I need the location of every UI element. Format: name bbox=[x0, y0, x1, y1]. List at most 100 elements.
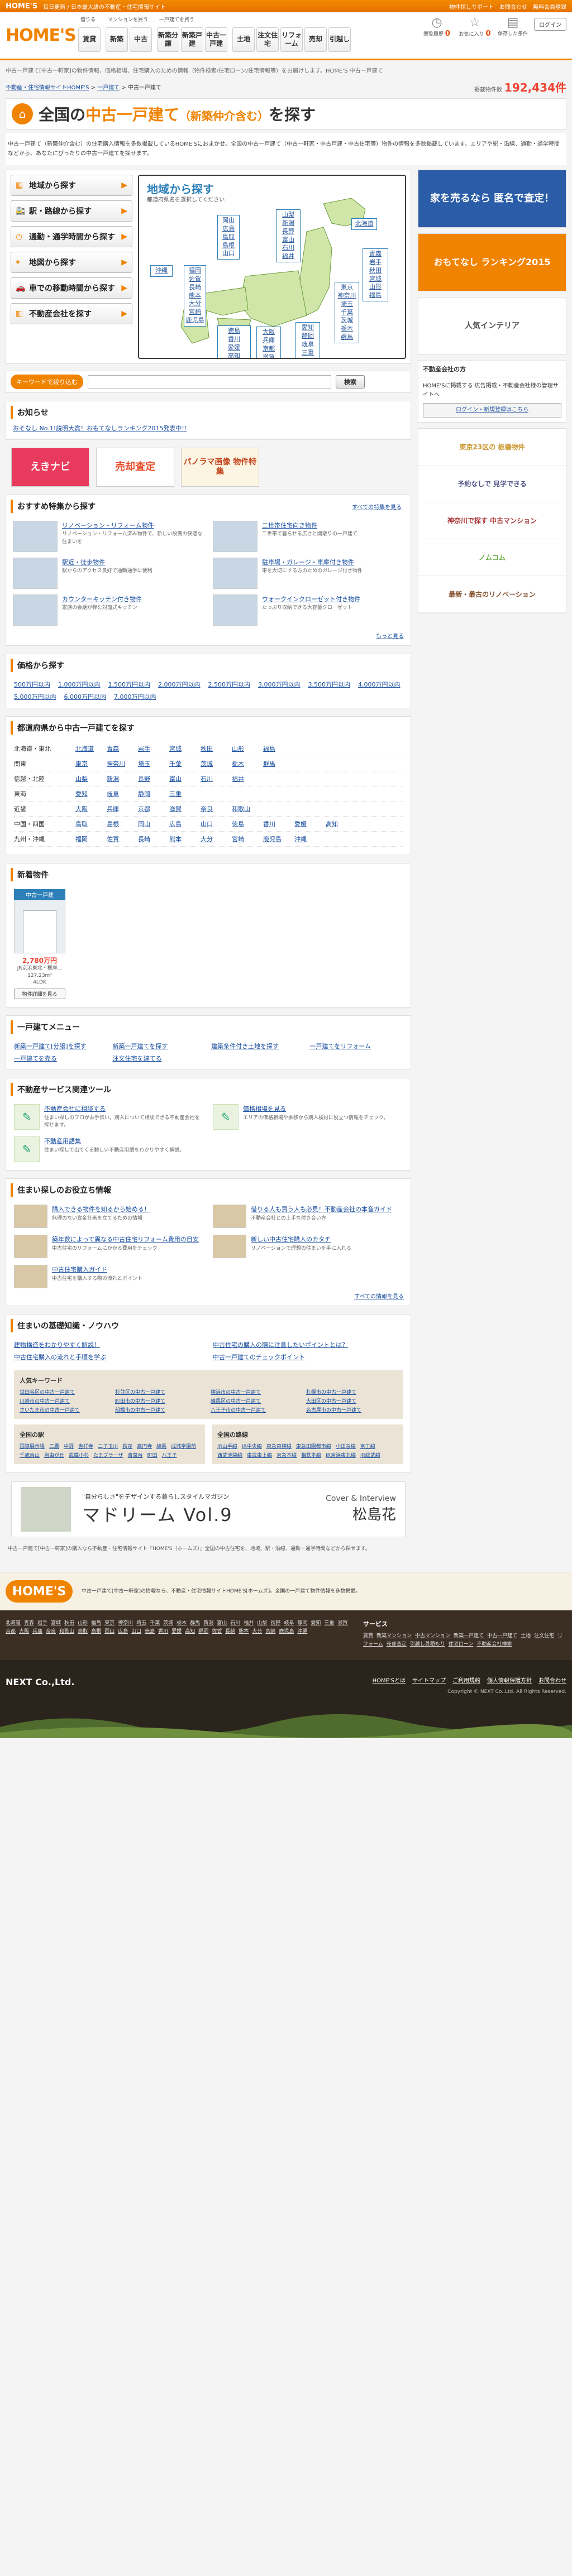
line-link[interactable]: JR京浜東北線 bbox=[326, 1451, 356, 1459]
nav-button[interactable]: 土地 bbox=[232, 27, 255, 52]
pref-link[interactable]: 岩手 bbox=[138, 744, 163, 753]
logo[interactable]: HOME'S bbox=[6, 26, 78, 45]
prefecture-link[interactable]: 青森 bbox=[364, 250, 387, 258]
saved-search-button[interactable]: ▤ 保存した条件 bbox=[496, 16, 530, 37]
pref-link[interactable]: 兵庫 bbox=[107, 804, 131, 813]
breadcrumb-kodate[interactable]: 一戸建て bbox=[97, 85, 120, 91]
footer-area-link[interactable]: 山形 bbox=[78, 1620, 88, 1626]
footer-area-link[interactable]: 宮崎 bbox=[265, 1629, 275, 1634]
keyword-link[interactable]: 川崎市の中古一戸建て bbox=[20, 1397, 111, 1404]
menu-link[interactable]: 新築一戸建てを探す bbox=[113, 1042, 206, 1050]
prefecture-link[interactable]: 佐賀 bbox=[185, 275, 204, 284]
footer-area-link[interactable]: 栃木 bbox=[177, 1620, 187, 1626]
footer-area-link[interactable]: 宮城 bbox=[51, 1620, 61, 1626]
pref-link[interactable]: 福岡 bbox=[75, 834, 100, 843]
prefecture-link[interactable]: 宮崎 bbox=[185, 308, 204, 316]
tool-link[interactable]: 不動産会社に相談する bbox=[44, 1105, 106, 1112]
footer-area-link[interactable]: 群馬 bbox=[190, 1620, 200, 1626]
footer-service-link[interactable]: 住宅ローン bbox=[449, 1642, 474, 1647]
footer-area-link[interactable]: 沖縄 bbox=[297, 1629, 307, 1634]
prefecture-link[interactable]: 山梨 bbox=[278, 211, 299, 219]
footer-service-link[interactable]: 新築一戸建て bbox=[454, 1633, 484, 1639]
pref-link[interactable]: 広島 bbox=[169, 819, 194, 828]
feature-thumbnail[interactable] bbox=[213, 594, 258, 626]
line-link[interactable]: JR山手線 bbox=[217, 1442, 237, 1450]
feature-link[interactable]: 駅近・徒歩物件 bbox=[62, 559, 105, 566]
pref-link[interactable]: 千葉 bbox=[169, 759, 194, 768]
prefecture-link[interactable]: 徳島 bbox=[219, 327, 249, 335]
price-link[interactable]: 1,000万円以内 bbox=[58, 680, 101, 689]
footer-area-link[interactable]: 愛媛 bbox=[171, 1629, 182, 1634]
station-link[interactable]: 町田 bbox=[147, 1451, 158, 1459]
prefecture-link[interactable]: 新潟 bbox=[278, 219, 299, 228]
feature-thumbnail[interactable] bbox=[13, 521, 58, 552]
pref-link[interactable]: 長崎 bbox=[138, 834, 163, 843]
keyword-search-button[interactable]: 検索 bbox=[336, 375, 365, 388]
footer-area-link[interactable]: 岐阜 bbox=[284, 1620, 294, 1626]
footer-link[interactable]: お問合わせ bbox=[538, 1678, 566, 1684]
keyword-link[interactable]: 町田市の中古一戸建て bbox=[115, 1397, 206, 1404]
station-link[interactable]: 自由が丘 bbox=[44, 1451, 64, 1459]
menu-link[interactable]: 一戸建てを売る bbox=[14, 1054, 107, 1063]
pref-link[interactable]: 岡山 bbox=[138, 819, 163, 828]
side-ad-ranking[interactable]: おもてなし ランキング2015 bbox=[418, 233, 566, 291]
footer-area-link[interactable]: 北海道 bbox=[6, 1620, 21, 1626]
nav-button[interactable]: 賃貸 bbox=[78, 27, 101, 52]
feature-thumbnail[interactable] bbox=[213, 558, 258, 589]
prefecture-link[interactable]: 福岡 bbox=[185, 267, 204, 275]
pref-link[interactable]: 新潟 bbox=[107, 774, 131, 783]
prefecture-link[interactable]: 千葉 bbox=[336, 309, 358, 317]
side-ad-sell[interactable]: 家を売るなら 匿名で査定！ bbox=[418, 170, 566, 228]
prefecture-link[interactable]: 大分 bbox=[185, 300, 204, 308]
prefecture-link[interactable]: 高知 bbox=[219, 352, 249, 358]
prefecture-link[interactable]: 神奈川 bbox=[336, 292, 358, 300]
feature-link[interactable]: リノベーション・リフォーム物件 bbox=[62, 522, 154, 529]
pref-link[interactable]: 三重 bbox=[169, 789, 194, 798]
price-link[interactable]: 3,000万円以内 bbox=[258, 680, 301, 689]
info-link[interactable]: 購入できる物件を知るから始める！ bbox=[52, 1206, 150, 1213]
prefecture-link[interactable]: 秋田 bbox=[364, 267, 387, 275]
footer-service-link[interactable]: 新築マンション bbox=[376, 1633, 412, 1639]
pref-link[interactable]: 富山 bbox=[169, 774, 194, 783]
search-method-button[interactable]: 🚉 駅・路線から探す ▶ bbox=[11, 200, 132, 222]
pref-link[interactable]: 宮崎 bbox=[232, 834, 256, 843]
pref-link[interactable]: 茨城 bbox=[201, 759, 225, 768]
pref-link[interactable]: 北海道 bbox=[75, 744, 100, 753]
prefecture-link[interactable]: 鳥取 bbox=[219, 233, 238, 242]
feature-thumbnail[interactable] bbox=[13, 558, 58, 589]
footer-service-link[interactable]: 売却査定 bbox=[387, 1642, 407, 1647]
footer-area-link[interactable]: 茨城 bbox=[163, 1620, 173, 1626]
line-link[interactable]: 西武池袋線 bbox=[217, 1451, 242, 1459]
side-ad-interior[interactable]: 人気インテリア bbox=[418, 297, 566, 355]
footer-area-link[interactable]: 神奈川 bbox=[118, 1620, 133, 1626]
price-link[interactable]: 7,000万円以内 bbox=[114, 692, 156, 701]
pref-link[interactable]: 石川 bbox=[201, 774, 225, 783]
nav-button[interactable]: 注文住宅 bbox=[256, 27, 279, 52]
prefecture-link[interactable]: 北海道 bbox=[353, 220, 375, 228]
footer-area-link[interactable]: 三重 bbox=[324, 1620, 334, 1626]
pref-link[interactable]: 長野 bbox=[138, 774, 163, 783]
info-link[interactable]: 借りる人も買う人も必見！不動産会社の本音ガイド bbox=[251, 1206, 392, 1213]
footer-area-link[interactable]: 鹿児島 bbox=[279, 1629, 294, 1634]
footer-area-link[interactable]: 広島 bbox=[118, 1629, 128, 1634]
price-link[interactable]: 1,500万円以内 bbox=[108, 680, 151, 689]
line-link[interactable]: 東急田園都市線 bbox=[296, 1442, 331, 1450]
side-ad[interactable]: 最新・最古のリノベーション bbox=[418, 576, 566, 613]
prefecture-link[interactable]: 福井 bbox=[278, 252, 299, 261]
prefecture-link[interactable]: 群馬 bbox=[336, 333, 358, 342]
feature-link[interactable]: カウンターキッチン付き物件 bbox=[62, 596, 142, 603]
keyword-link[interactable]: 横浜市の中古一戸建て bbox=[211, 1388, 302, 1395]
nav-button[interactable]: 新築分譲 bbox=[157, 27, 179, 52]
footer-area-link[interactable]: 長崎 bbox=[225, 1629, 235, 1634]
station-link[interactable]: たまプラーザ bbox=[93, 1451, 123, 1459]
topbar-brand[interactable]: HOME'S bbox=[6, 2, 37, 11]
nav-button[interactable]: 新築 bbox=[106, 27, 128, 52]
features-more-link[interactable]: すべての特集を見る bbox=[352, 502, 402, 511]
tool-icon[interactable]: ✎ bbox=[14, 1136, 40, 1162]
nav-button[interactable]: 新築戸建 bbox=[181, 27, 203, 52]
price-link[interactable]: 2,000万円以内 bbox=[158, 680, 201, 689]
prefecture-link[interactable]: 富山 bbox=[278, 236, 299, 244]
prefecture-link[interactable]: 愛媛 bbox=[219, 344, 249, 352]
footer-area-link[interactable]: 京都 bbox=[6, 1629, 16, 1634]
footer-area-link[interactable]: 福井 bbox=[244, 1620, 254, 1626]
